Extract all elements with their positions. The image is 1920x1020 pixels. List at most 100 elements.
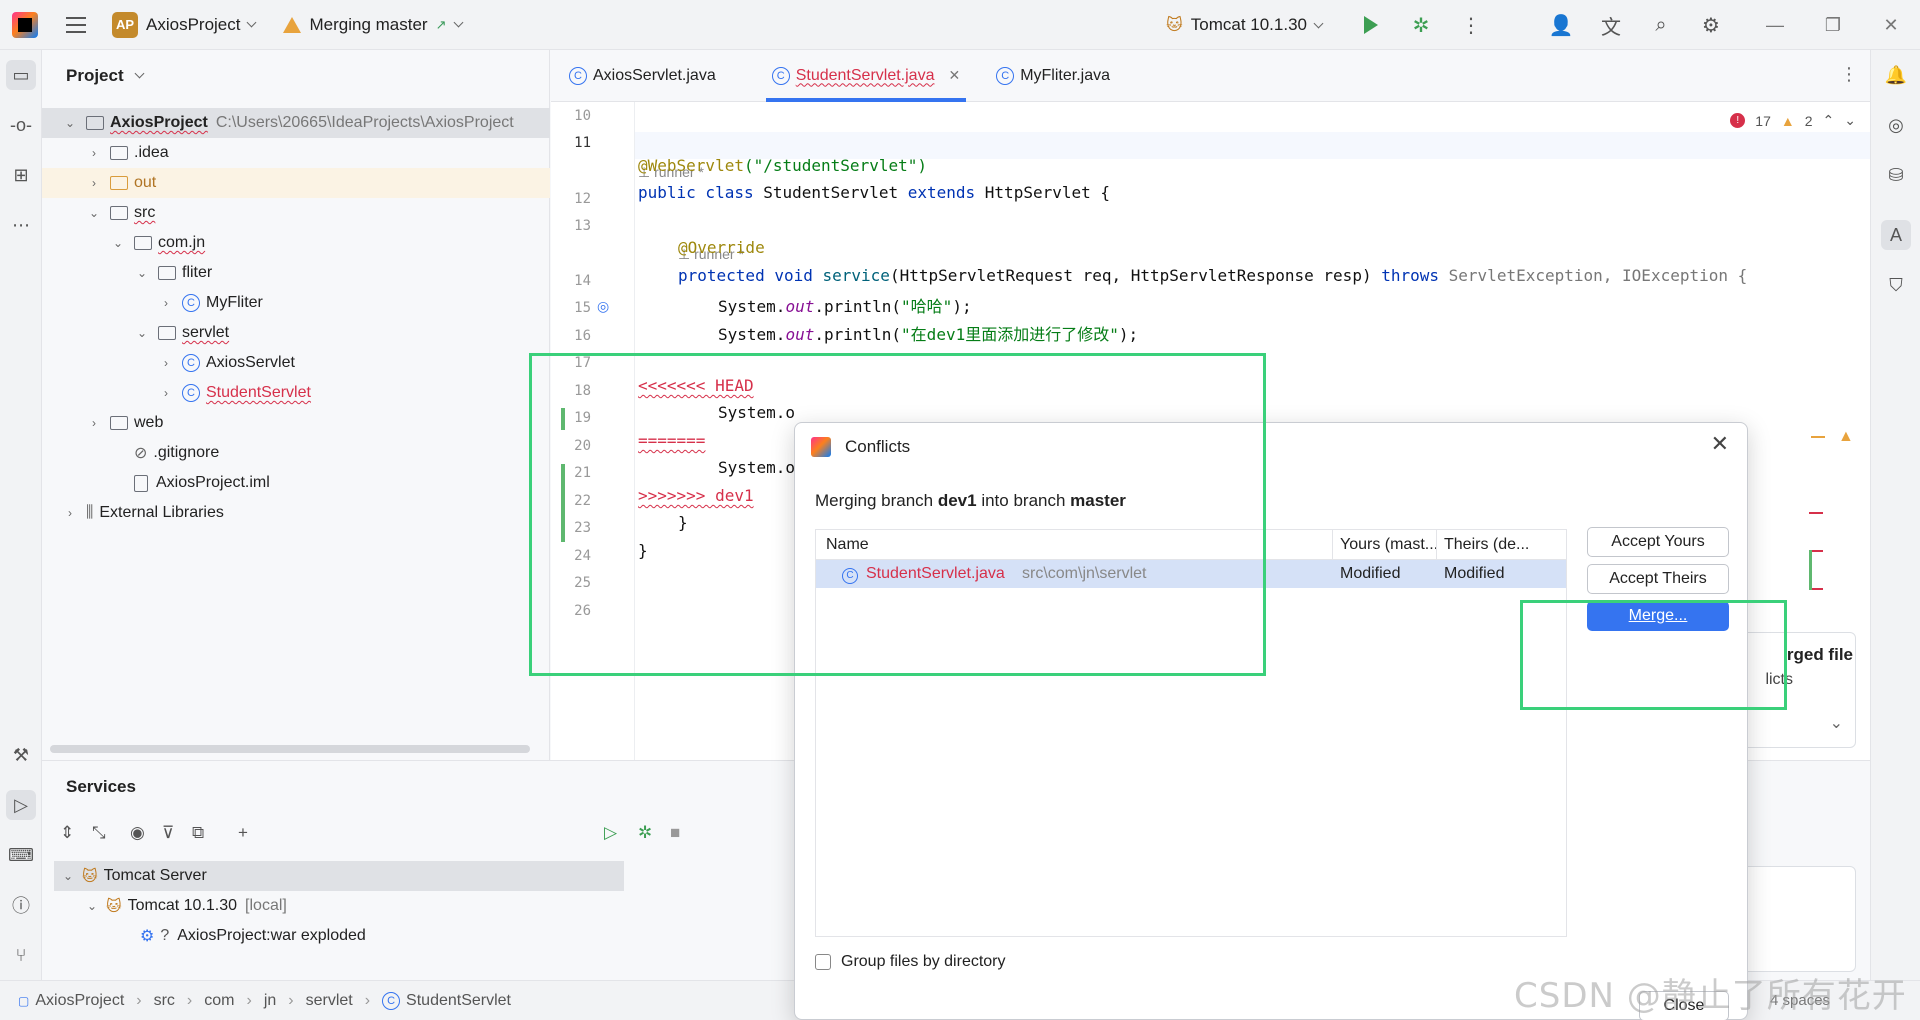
tree-item-axiosproject[interactable]: ⌄ AxiosProject C:\Users\20665\IdeaProjec… — [42, 108, 550, 138]
line-number: 10 — [574, 108, 591, 124]
accept-yours-button[interactable]: Accept Yours — [1587, 527, 1729, 557]
problems-icon[interactable]: ⓘ — [6, 890, 36, 920]
class-icon: C — [182, 384, 200, 402]
tree-item-studentservlet[interactable]: › C StudentServlet — [42, 378, 550, 408]
tree-label: servlet — [182, 324, 230, 341]
collapse-all-icon[interactable]: ⤡ — [92, 823, 106, 843]
chevron-down-icon[interactable] — [1313, 18, 1324, 28]
more-icon[interactable]: ⋮ — [1446, 0, 1496, 50]
override-gutter-icon[interactable]: ◎ — [597, 298, 609, 315]
tomcat-icon: 🐱 — [1166, 17, 1183, 34]
git-icon[interactable]: ⑂ — [6, 940, 36, 970]
service-artifact[interactable]: ⚙ ? AxiosProject:war exploded — [140, 921, 366, 951]
breadcrumb-item[interactable]: src — [154, 992, 175, 1010]
tab-label: AxiosServlet.java — [593, 66, 716, 84]
notifications-icon[interactable]: 🔔 — [1881, 60, 1911, 90]
structure-icon[interactable]: ⊞ — [6, 160, 36, 190]
checkbox-label: Group files by directory — [841, 953, 1006, 970]
debug-icon[interactable]: ✲ — [638, 823, 652, 843]
folder-icon — [110, 176, 128, 190]
new-group-icon[interactable]: ⧉ — [192, 823, 204, 843]
prev-highlight-icon[interactable]: ⌃ — [1823, 112, 1835, 129]
build-icon[interactable]: ⚒ — [6, 740, 36, 770]
breadcrumb-item[interactable]: com — [204, 992, 234, 1010]
breadcrumb-item[interactable]: servlet — [306, 992, 353, 1010]
add-user-icon[interactable]: 👤 — [1536, 0, 1586, 50]
add-service-icon[interactable]: + — [238, 823, 248, 843]
column-header-theirs[interactable]: Theirs (de... — [1444, 536, 1529, 554]
tree-item-external-libraries[interactable]: › ⫼ External Libraries — [42, 498, 550, 528]
debug-icon[interactable]: ✲ — [1396, 0, 1446, 50]
project-badge[interactable]: AP — [112, 11, 138, 38]
stop-icon[interactable]: ■ — [670, 823, 680, 843]
run-config[interactable]: Tomcat 10.1.30 — [1191, 15, 1307, 35]
notification-popup[interactable] — [1740, 866, 1856, 972]
tab-menu-icon[interactable]: ⋮ — [1840, 64, 1858, 85]
text-icon[interactable]: A — [1881, 220, 1911, 250]
column-header-yours[interactable]: Yours (mast... — [1340, 536, 1438, 554]
terminal-icon[interactable]: ⌨ — [6, 840, 36, 870]
horizontal-scrollbar[interactable] — [50, 745, 530, 753]
tree-item-axiosservlet[interactable]: › C AxiosServlet — [42, 348, 550, 378]
breadcrumb-item[interactable]: StudentServlet — [406, 992, 511, 1010]
package-icon — [158, 266, 176, 280]
service-tomcat-server[interactable]: ⌄ 🐱 Tomcat Server — [54, 861, 624, 891]
tab-myfliter[interactable]: C MyFliter.java — [978, 50, 1128, 102]
tree-item-gitignore[interactable]: ⊘ .gitignore — [42, 438, 550, 468]
annotation-highlight-code — [529, 353, 1266, 676]
tree-item-iml[interactable]: AxiosProject.iml — [42, 468, 550, 498]
vcs-status[interactable]: Merging master — [309, 15, 427, 35]
translate-icon[interactable]: 文 — [1586, 0, 1636, 50]
tree-item-com-jn[interactable]: ⌄ com.jn — [42, 228, 550, 258]
breadcrumb-item[interactable]: jn — [264, 992, 276, 1010]
more-tools-icon[interactable]: ⋯ — [6, 210, 36, 240]
project-panel-title[interactable]: Project — [66, 66, 145, 86]
next-highlight-icon[interactable]: ⌄ — [1844, 112, 1856, 129]
view-options-icon[interactable]: ◉ — [130, 823, 145, 843]
main-menu-icon[interactable] — [66, 16, 86, 33]
run-icon[interactable] — [1346, 0, 1396, 50]
ai-assistant-icon[interactable]: ◎ — [1881, 110, 1911, 140]
accept-theirs-button[interactable]: Accept Theirs — [1587, 564, 1729, 594]
change-stripe[interactable] — [1809, 550, 1812, 590]
yours-status: Modified — [1340, 565, 1401, 582]
tree-item-fliter[interactable]: ⌄ fliter — [42, 258, 550, 288]
warning-stripe[interactable] — [1811, 436, 1825, 438]
settings-icon[interactable]: ⚙ — [1686, 0, 1736, 50]
error-stripe[interactable] — [1809, 512, 1823, 514]
chevron-down-icon[interactable]: ⌄ — [1830, 713, 1843, 733]
database-icon[interactable]: ⛁ — [1881, 160, 1911, 190]
expand-all-icon[interactable]: ⇕ — [60, 823, 74, 843]
checkbox-box[interactable] — [815, 954, 831, 970]
close-window-button[interactable]: ✕ — [1862, 0, 1920, 50]
service-tomcat-local[interactable]: ⌄ 🐱 Tomcat 10.1.30 [local] — [78, 891, 287, 921]
tree-item-src[interactable]: ⌄ src — [42, 198, 550, 228]
chevron-down-icon[interactable] — [247, 17, 257, 28]
inspection-widget[interactable]: ! 17 ▲ 2 ⌃ ⌄ — [1730, 112, 1856, 129]
tree-item-myfliter[interactable]: › C MyFliter — [42, 288, 550, 318]
tree-item-servlet[interactable]: ⌄ servlet — [42, 318, 550, 348]
tree-item-idea[interactable]: › .idea — [42, 138, 550, 168]
close-icon[interactable]: ✕ — [1711, 431, 1729, 457]
tab-axiosservlet[interactable]: C AxiosServlet.java — [551, 50, 734, 102]
intellij-logo-icon[interactable] — [12, 11, 38, 38]
project-folder-icon[interactable]: ▭ — [6, 60, 36, 90]
filter-icon[interactable]: ⊽ — [162, 823, 174, 843]
tree-item-web[interactable]: › web — [42, 408, 550, 438]
chevron-down-icon[interactable] — [453, 17, 463, 28]
restore-button[interactable]: ❐ — [1804, 0, 1862, 50]
run-icon[interactable]: ▷ — [604, 823, 617, 843]
tab-studentservlet[interactable]: C StudentServlet.java ✕ — [754, 50, 978, 102]
group-files-checkbox[interactable]: Group files by directory — [815, 953, 1006, 971]
breadcrumb-item[interactable]: AxiosProject — [35, 992, 124, 1010]
shield-icon[interactable]: ⛉ — [1881, 270, 1911, 300]
search-icon[interactable]: ⌕ — [1636, 0, 1686, 50]
tree-item-out[interactable]: › out — [42, 168, 550, 198]
warning-icon[interactable]: ▲ — [1838, 428, 1854, 446]
minimize-button[interactable]: — — [1746, 0, 1804, 50]
close-tab-icon[interactable]: ✕ — [948, 67, 960, 84]
class-icon: C — [182, 294, 200, 312]
services-icon[interactable]: ▷ — [6, 790, 36, 820]
commit-icon[interactable]: -o- — [6, 110, 36, 140]
project-name[interactable]: AxiosProject — [146, 15, 240, 35]
